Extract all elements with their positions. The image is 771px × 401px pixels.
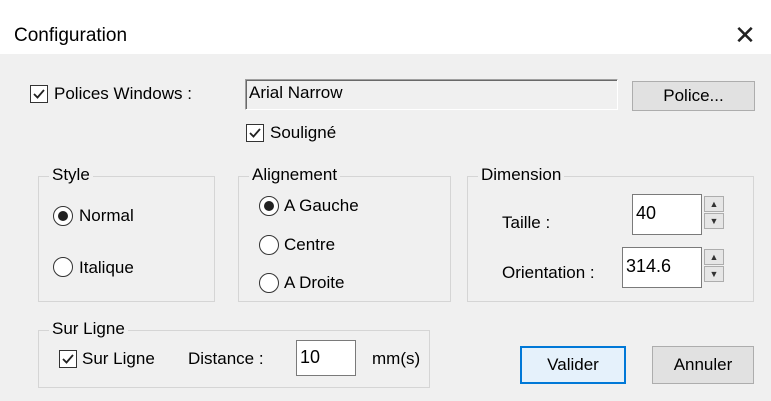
align-center-radio[interactable] — [259, 235, 279, 255]
checkmark-icon — [33, 89, 45, 99]
style-italic-label: Italique — [79, 258, 134, 277]
radio-selected-dot — [58, 211, 68, 221]
overline-group-caption: Sur Ligne — [49, 319, 128, 339]
checkmark-icon — [62, 354, 74, 364]
spin-down-icon[interactable]: ▼ — [704, 213, 724, 229]
spin-down-icon[interactable]: ▼ — [704, 266, 724, 282]
size-spinner[interactable]: ▲ ▼ — [704, 194, 724, 235]
checkmark-icon — [249, 128, 261, 138]
underline-checkbox[interactable] — [246, 124, 264, 142]
spin-up-icon[interactable]: ▲ — [704, 196, 724, 212]
close-icon[interactable]: ✕ — [728, 20, 762, 50]
distance-label: Distance : — [188, 349, 264, 368]
orientation-label: Orientation : — [502, 263, 595, 282]
radio-selected-dot — [264, 201, 274, 211]
alignment-group-caption: Alignement — [249, 165, 341, 185]
spin-up-icon[interactable]: ▲ — [704, 249, 724, 265]
windows-fonts-checkbox[interactable] — [30, 85, 48, 103]
windows-fonts-label: Polices Windows : — [54, 84, 192, 103]
orientation-spinner[interactable]: ▲ ▼ — [704, 247, 724, 288]
size-label: Taille : — [502, 213, 551, 232]
title-bar: Configuration ✕ — [0, 0, 771, 54]
style-group: Style — [38, 165, 215, 302]
align-center-label: Centre — [284, 235, 336, 254]
size-input[interactable]: 40 — [632, 194, 702, 235]
orientation-input[interactable]: 314.6 — [622, 247, 702, 288]
style-italic-radio[interactable] — [53, 257, 73, 277]
align-right-radio[interactable] — [259, 273, 279, 293]
validate-button[interactable]: Valider — [520, 346, 626, 384]
overline-label: Sur Ligne — [82, 349, 155, 368]
distance-input[interactable]: 10 — [296, 340, 356, 376]
dimension-group-caption: Dimension — [478, 165, 565, 185]
style-normal-radio[interactable] — [53, 206, 73, 226]
style-group-caption: Style — [49, 165, 93, 185]
configuration-dialog: Configuration ✕ Polices Windows : Arial … — [0, 0, 771, 401]
align-left-radio[interactable] — [259, 196, 279, 216]
window-title: Configuration — [14, 25, 128, 46]
style-normal-label: Normal — [79, 206, 134, 225]
align-left-label: A Gauche — [284, 196, 359, 215]
underline-label: Souligné — [270, 123, 337, 142]
font-button[interactable]: Police... — [632, 81, 755, 111]
align-right-label: A Droite — [284, 273, 345, 292]
font-name-field[interactable]: Arial Narrow — [245, 79, 618, 110]
cancel-button[interactable]: Annuler — [652, 346, 754, 384]
distance-unit-label: mm(s) — [372, 349, 421, 368]
overline-checkbox[interactable] — [59, 350, 77, 368]
